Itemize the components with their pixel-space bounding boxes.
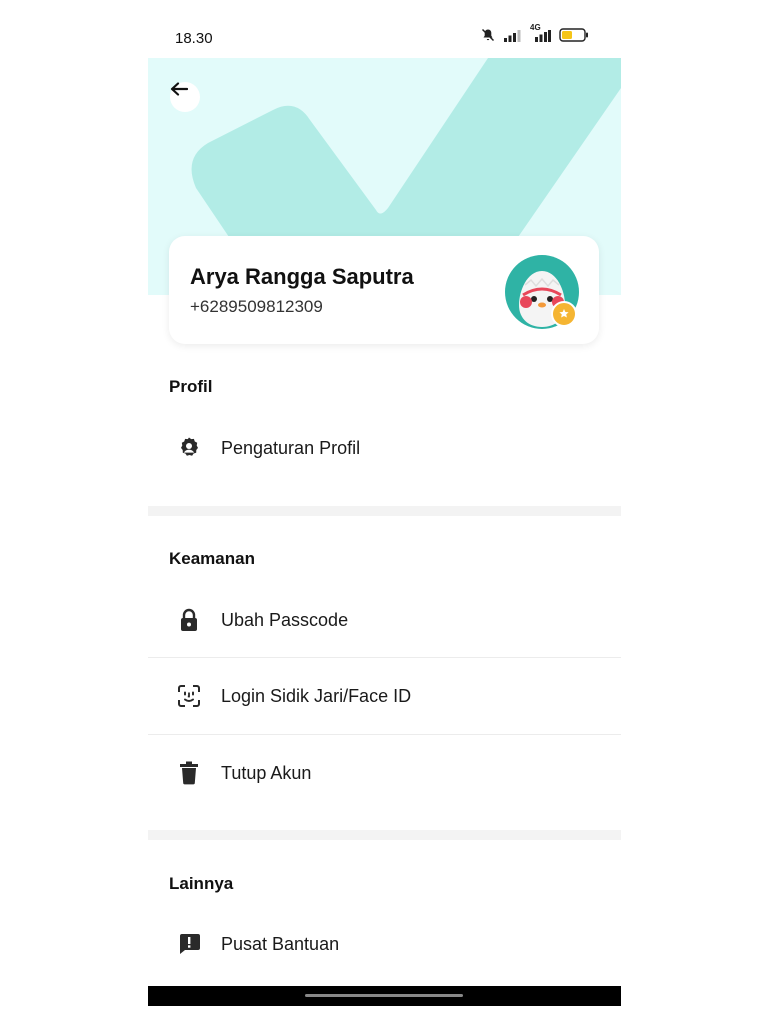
star-badge-icon <box>551 301 577 327</box>
status-icons: 4G <box>481 23 589 47</box>
profile-card[interactable]: Arya Rangga Saputra +6289509812309 <box>169 236 599 344</box>
menu-item-ubah-passcode[interactable]: Ubah Passcode <box>148 582 621 658</box>
trash-icon <box>176 760 202 786</box>
section-title-keamanan: Keamanan <box>169 549 255 568</box>
app-screen: 18.30 4G Arya Rangga Saputra +6289509812… <box>148 0 621 1024</box>
gear-icon <box>176 435 202 461</box>
section-title-lainnya: Lainnya <box>169 874 234 893</box>
help-chat-icon <box>176 931 202 957</box>
menu-item-pusat-bantuan[interactable]: Pusat Bantuan <box>148 906 621 982</box>
signal-icon <box>503 29 521 47</box>
signal-4g-icon: 4G <box>529 23 551 47</box>
back-button[interactable] <box>170 82 200 112</box>
profile-phone: +6289509812309 <box>190 297 323 316</box>
network-label: 4G <box>530 22 541 32</box>
lock-icon <box>176 607 202 633</box>
battery-icon <box>559 28 589 47</box>
menu-item-label: Ubah Passcode <box>221 609 349 630</box>
menu-item-label: Login Sidik Jari/Face ID <box>221 685 412 706</box>
home-indicator[interactable] <box>305 994 463 997</box>
section-title-profil: Profil <box>169 377 213 396</box>
bell-muted-icon <box>481 28 495 47</box>
profile-name: Arya Rangga Saputra <box>190 264 414 289</box>
menu-item-label: Pusat Bantuan <box>221 933 340 954</box>
status-time: 18.30 <box>175 30 213 47</box>
gesture-nav-bar <box>148 986 621 1006</box>
menu-item-login-sidik-jari[interactable]: Login Sidik Jari/Face ID <box>148 658 621 734</box>
status-bar: 18.30 4G <box>148 0 621 58</box>
menu-item-tutup-akun[interactable]: Tutup Akun <box>148 735 621 811</box>
menu-item-label: Pengaturan Profil <box>221 437 361 458</box>
menu-item-label: Tutup Akun <box>221 762 312 783</box>
face-id-icon <box>176 683 202 709</box>
menu-item-pengaturan-profil[interactable]: Pengaturan Profil <box>148 410 621 486</box>
section-separator <box>148 830 621 840</box>
section-separator <box>148 506 621 516</box>
